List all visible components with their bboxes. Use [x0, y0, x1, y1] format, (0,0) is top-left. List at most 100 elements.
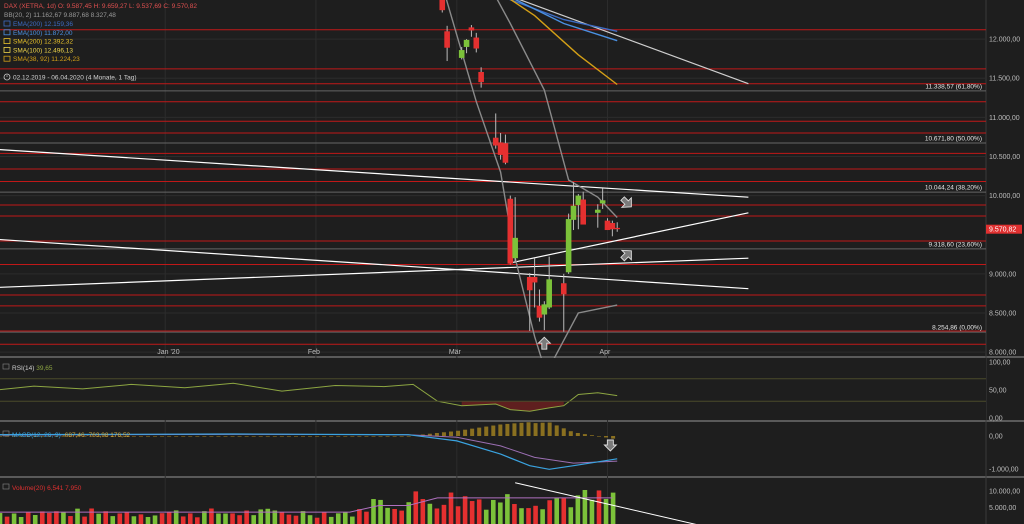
volume-bar [533, 505, 538, 524]
candle-body [507, 198, 514, 264]
volume-bar [75, 508, 80, 524]
macd-histogram-bar [286, 436, 291, 437]
macd-histogram-bar [371, 436, 376, 437]
volume-bar [300, 511, 306, 524]
macd-histogram-bar [167, 436, 172, 437]
volume-bar [131, 516, 137, 524]
macd-histogram-bar [350, 436, 355, 437]
macd-histogram-bar [315, 436, 320, 437]
volume-bar [519, 508, 524, 524]
volume-bar [61, 512, 66, 524]
volume-bar [582, 490, 588, 524]
macd-histogram-bar [378, 436, 383, 437]
macd-histogram-bar [611, 436, 616, 439]
macd-histogram-bar [272, 436, 277, 437]
macd-tick-label: -1.000,00 [989, 467, 1019, 474]
panel-divider[interactable] [0, 420, 1024, 422]
panel-divider[interactable] [0, 356, 1024, 358]
volume-bar [47, 512, 52, 524]
volume-bar [596, 490, 602, 524]
volume-bar [152, 515, 158, 524]
macd-histogram-bar [251, 436, 256, 437]
macd-histogram-bar [498, 424, 503, 436]
macd-histogram-bar [308, 436, 313, 437]
volume-bar [159, 513, 165, 524]
rsi-panel: 100,00 50,00 0,00 RSI(14) 39,65 [0, 358, 1011, 423]
volume-bar [434, 508, 440, 524]
candle-body [560, 283, 567, 295]
macd-histogram-bar [589, 435, 594, 436]
fib-level-label: 11.338,57 (61,80%) [925, 83, 982, 90]
panel-divider[interactable] [0, 476, 1024, 478]
volume-bar [392, 509, 397, 524]
volume-bar [18, 517, 24, 524]
macd-histogram-bar [138, 436, 143, 437]
volume-bar [237, 515, 242, 524]
volume-bar [589, 499, 595, 524]
dax-chart[interactable]: 11.338,57 (61,80%) 10.671,80 (50,00%) 10.0… [0, 0, 1024, 524]
volume-bar [512, 504, 517, 524]
macd-histogram-bar [596, 436, 601, 437]
fib-level-label: 9.318,60 (23,60%) [929, 241, 982, 248]
volume-bar [526, 508, 531, 524]
macd-histogram-bar [301, 436, 306, 437]
y-tick-label: 11.000,00 [989, 115, 1020, 122]
legend-entry: SMA(200) 12.392,32 [13, 39, 73, 46]
macd-histogram-bar [237, 436, 242, 437]
volume-bar [180, 516, 186, 524]
candle-body [492, 137, 499, 146]
volume-bar [328, 516, 334, 524]
volume-bar [603, 498, 609, 524]
volume-bar [68, 516, 73, 524]
macd-histogram-bar [174, 436, 179, 437]
macd-histogram-bar [463, 429, 468, 436]
volume-bar [209, 508, 214, 524]
macd-histogram-bar [604, 436, 609, 438]
y-tick-label: 8.500,00 [989, 310, 1016, 317]
macd-tick-label: 0,00 [989, 434, 1003, 441]
macd-histogram-bar [188, 436, 193, 437]
volume-bar [307, 515, 313, 524]
volume-bar [554, 498, 560, 524]
x-tick-label: Apr [600, 349, 612, 356]
macd-histogram-bar [385, 436, 390, 437]
volume-bar [378, 499, 383, 524]
macd-histogram-bar [519, 422, 524, 436]
volume-bar [251, 515, 256, 524]
macd-histogram-bar [195, 436, 200, 437]
candle-body [575, 195, 582, 205]
candle-body [546, 279, 552, 308]
volume-bar [124, 512, 130, 524]
y-tick-label: 10.500,00 [989, 154, 1020, 161]
legend-entry: SMA(100) 12.496,13 [13, 47, 73, 54]
candle-body [478, 71, 484, 83]
macd-histogram-bar [547, 422, 552, 436]
candle-body [512, 237, 518, 259]
macd-histogram-bar [533, 423, 538, 436]
macd-legend: MACD(12, 26, 9) -687,46 -763,98 176,52 [12, 432, 131, 439]
volume-bar [89, 508, 94, 524]
instrument-header: DAX (XETRA, 1d) O: 9.587,45 H: 9.659,27 … [4, 3, 197, 10]
volume-bar [540, 509, 545, 524]
macd-histogram-bar [265, 436, 270, 437]
candle-body [536, 305, 543, 318]
volume-tick-label: 5.000,00 [989, 505, 1016, 512]
volume-bar [293, 515, 299, 524]
y-tick-label: 12.000,00 [989, 37, 1020, 44]
y-tick-label: 8.000,00 [989, 350, 1016, 357]
volume-bar [145, 516, 151, 524]
macd-histogram-bar [575, 432, 580, 436]
macd-histogram-bar [279, 436, 284, 437]
candle-body [444, 31, 450, 48]
candle-body [458, 50, 465, 58]
candle-body [609, 222, 616, 230]
macd-histogram-bar [554, 425, 559, 436]
macd-histogram-bar [406, 435, 411, 437]
volume-bar [138, 514, 144, 524]
volume-bar [39, 511, 45, 524]
volume-bar [371, 499, 376, 524]
volume-bar [455, 506, 461, 524]
macd-histogram-bar [153, 436, 158, 437]
macd-histogram-bar [230, 436, 235, 437]
candle-body [570, 205, 577, 220]
